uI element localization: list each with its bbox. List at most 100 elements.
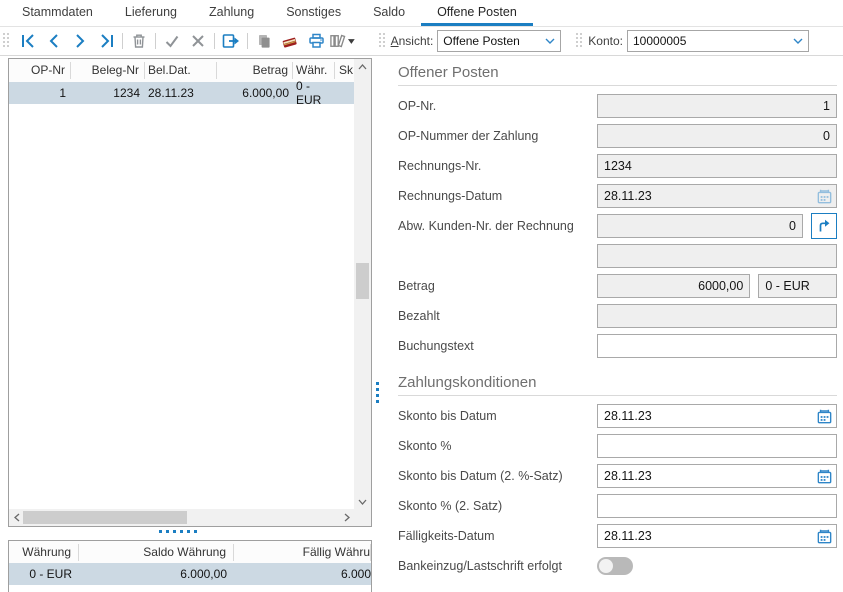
rechnungs-nr-label: Rechnungs-Nr. bbox=[398, 159, 597, 173]
horizontal-splitter-handle[interactable] bbox=[159, 530, 197, 533]
cell-bel-dat: 28.11.23 bbox=[145, 86, 217, 100]
last-record-button[interactable] bbox=[93, 29, 119, 53]
jump-to-customer-button[interactable] bbox=[811, 213, 837, 239]
confirm-button[interactable] bbox=[159, 29, 185, 53]
tab-offene-posten[interactable]: Offene Posten bbox=[421, 0, 533, 26]
ansicht-label: Ansicht: bbox=[391, 34, 434, 48]
skonto-bis2-field[interactable]: 28.11.23 bbox=[597, 464, 837, 488]
faelligkeit-label: Fälligkeits-Datum bbox=[398, 529, 597, 543]
rechnungs-datum-field[interactable]: 28.11.23 bbox=[597, 184, 837, 208]
bankeinzug-toggle[interactable] bbox=[597, 557, 633, 575]
saldo-table: Währung Saldo Währung Fällig Währu 0 - E… bbox=[8, 540, 372, 592]
cell-faellig: 6.000 bbox=[234, 567, 371, 581]
op-nr-field[interactable]: 1 bbox=[597, 94, 837, 118]
column-header-betrag[interactable]: Betrag bbox=[217, 62, 293, 79]
first-record-button[interactable] bbox=[15, 29, 41, 53]
column-header-saldo-waehrung[interactable]: Saldo Währung bbox=[79, 544, 234, 561]
konto-label: Konto: bbox=[588, 34, 623, 48]
scroll-up-icon[interactable] bbox=[354, 59, 371, 74]
copy-button[interactable] bbox=[251, 29, 277, 53]
cancel-button[interactable] bbox=[185, 29, 211, 53]
skonto-prozent-label: Skonto % bbox=[398, 439, 597, 453]
calendar-icon[interactable] bbox=[816, 528, 833, 548]
ansicht-select[interactable]: Offene Posten bbox=[437, 30, 561, 52]
ansicht-grip-icon[interactable] bbox=[379, 33, 387, 49]
calendar-icon[interactable] bbox=[816, 468, 833, 488]
skonto-bis-field[interactable]: 28.11.23 bbox=[597, 404, 837, 428]
tab-sonstiges[interactable]: Sonstiges bbox=[270, 0, 357, 26]
toolbar-separator bbox=[247, 33, 248, 49]
scroll-down-icon[interactable] bbox=[354, 494, 371, 509]
buchungstext-field[interactable] bbox=[597, 334, 837, 358]
reports-menu-button[interactable] bbox=[329, 29, 355, 53]
horizontal-scrollbar[interactable] bbox=[9, 509, 354, 526]
column-header-sk[interactable]: Sk bbox=[335, 62, 354, 79]
skonto-bis-value: 28.11.23 bbox=[604, 409, 652, 423]
ansicht-value: Offene Posten bbox=[443, 34, 520, 48]
delete-button[interactable] bbox=[126, 29, 152, 53]
rechnungs-nr-field[interactable]: 1234 bbox=[597, 154, 837, 178]
vertical-splitter-handle[interactable] bbox=[376, 382, 379, 403]
cell-betrag: 6.000,00 bbox=[217, 86, 293, 100]
op-nr-label: OP-Nr. bbox=[398, 99, 597, 113]
post-button[interactable] bbox=[218, 29, 244, 53]
print-special-button[interactable] bbox=[277, 29, 303, 53]
column-header-bel-dat[interactable]: Bel.Dat. bbox=[145, 62, 217, 79]
cell-saldo: 6.000,00 bbox=[79, 567, 234, 581]
skonto-prozent2-field[interactable] bbox=[597, 494, 837, 518]
betrag-currency-field[interactable]: 0 - EUR bbox=[758, 274, 837, 298]
toolbar-separator bbox=[214, 33, 215, 49]
op-zahlung-label: OP-Nummer der Zahlung bbox=[398, 129, 597, 143]
skonto-prozent-field[interactable] bbox=[597, 434, 837, 458]
column-header-waehrung[interactable]: Währung bbox=[9, 544, 79, 561]
abw-kunden-nr-field[interactable]: 0 bbox=[597, 214, 803, 238]
saldo-header-row: Währung Saldo Währung Fällig Währu bbox=[9, 541, 371, 563]
previous-record-button[interactable] bbox=[41, 29, 67, 53]
detail-form: Offener Posten OP-Nr. 1 OP-Nummer der Za… bbox=[390, 60, 837, 584]
cell-waehr: 0 - EUR bbox=[293, 79, 335, 107]
vertical-scroll-thumb[interactable] bbox=[356, 263, 369, 299]
tab-saldo[interactable]: Saldo bbox=[357, 0, 421, 26]
vertical-scrollbar[interactable] bbox=[354, 59, 371, 509]
table-row[interactable]: 0 - EUR 6.000,00 6.000 bbox=[9, 563, 371, 585]
print-button[interactable] bbox=[303, 29, 329, 53]
calendar-icon[interactable] bbox=[816, 188, 833, 208]
toolbar-grip-icon[interactable] bbox=[3, 33, 11, 49]
column-header-waehr[interactable]: Währ. bbox=[293, 62, 335, 79]
column-header-op-nr[interactable]: OP-Nr bbox=[9, 62, 71, 79]
scroll-right-icon[interactable] bbox=[339, 509, 354, 526]
skonto-bis2-label: Skonto bis Datum (2. %-Satz) bbox=[398, 469, 597, 483]
next-record-button[interactable] bbox=[67, 29, 93, 53]
tab-zahlung[interactable]: Zahlung bbox=[193, 0, 270, 26]
bezahlt-field[interactable] bbox=[597, 304, 837, 328]
column-header-faellig-waehrung[interactable]: Fällig Währu bbox=[234, 544, 371, 561]
cell-beleg-nr: 1234 bbox=[71, 86, 145, 100]
column-header-beleg-nr[interactable]: Beleg-Nr bbox=[71, 62, 145, 79]
konto-select[interactable]: 10000005 bbox=[627, 30, 809, 52]
chevron-down-icon bbox=[545, 38, 555, 44]
horizontal-scroll-thumb[interactable] bbox=[23, 511, 187, 524]
toolbar-separator bbox=[122, 33, 123, 49]
abw-kunden-name-field[interactable] bbox=[597, 244, 837, 268]
konto-group: Konto: 10000005 bbox=[575, 30, 809, 52]
betrag-label: Betrag bbox=[398, 279, 597, 293]
toolbar-separator bbox=[155, 33, 156, 49]
table-row[interactable]: 1 1234 28.11.23 6.000,00 0 - EUR bbox=[9, 82, 354, 104]
scroll-left-icon[interactable] bbox=[9, 509, 24, 526]
konto-grip-icon[interactable] bbox=[576, 33, 584, 49]
tab-stammdaten[interactable]: Stammdaten bbox=[6, 0, 109, 26]
betrag-field[interactable]: 6000,00 bbox=[597, 274, 750, 298]
op-zahlung-field[interactable]: 0 bbox=[597, 124, 837, 148]
buchungstext-label: Buchungstext bbox=[398, 339, 597, 353]
cell-waehrung: 0 - EUR bbox=[9, 567, 79, 581]
scrollbar-corner bbox=[354, 509, 371, 526]
tab-bar: Stammdaten Lieferung Zahlung Sonstiges S… bbox=[0, 0, 843, 27]
skonto-bis2-value: 28.11.23 bbox=[604, 469, 652, 483]
calendar-icon[interactable] bbox=[816, 408, 833, 428]
abw-kunden-nr-label: Abw. Kunden-Nr. der Rechnung bbox=[398, 219, 597, 233]
skonto-prozent2-label: Skonto % (2. Satz) bbox=[398, 499, 597, 513]
toggle-knob bbox=[599, 559, 613, 573]
faelligkeit-field[interactable]: 28.11.23 bbox=[597, 524, 837, 548]
tab-lieferung[interactable]: Lieferung bbox=[109, 0, 193, 26]
skonto-bis-label: Skonto bis Datum bbox=[398, 409, 597, 423]
